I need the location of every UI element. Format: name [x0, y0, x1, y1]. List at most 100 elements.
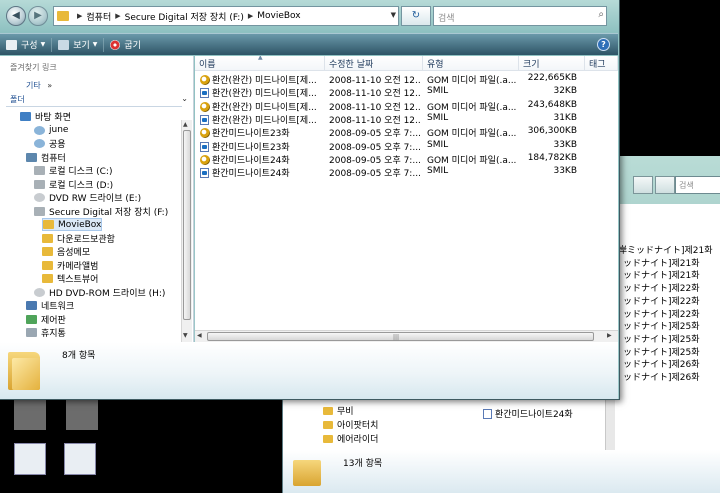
background-file-row[interactable]: 환간미드나이트24화	[483, 407, 573, 420]
cell-size: 33KB	[515, 166, 577, 176]
tree-item[interactable]: 바탕 화면	[20, 110, 71, 123]
search-input[interactable]: 검색 ⌕	[433, 6, 607, 26]
background-folder-item[interactable]: 아이팟터치	[323, 418, 378, 431]
background-file-row[interactable]: ッドナイト]제22화	[623, 307, 700, 320]
refresh-button[interactable]: ↻	[401, 6, 431, 26]
horizontal-scroll-thumb[interactable]: |||	[207, 332, 594, 341]
view-button[interactable]: 보기 ▼	[52, 34, 103, 55]
file-row[interactable]: 환간미드나이트23화 2008-09-05 오후 7:... SMIL 33KB	[195, 139, 618, 153]
folder-icon	[323, 421, 333, 429]
tree-item[interactable]: 휴지통	[26, 326, 66, 339]
tree-item[interactable]: 제어판	[26, 313, 66, 326]
favorites-more-link[interactable]: 기타 »	[26, 80, 52, 91]
desktop-file-icon-2[interactable]	[66, 398, 98, 430]
column-header-name[interactable]: 이름 ▲	[195, 56, 325, 70]
file-row[interactable]: 환간미드나이트24화 2008-09-05 오후 7:... GOM 미디어 파일(…	[195, 152, 618, 166]
background-file-row[interactable]: ッドナイト]제21화	[623, 268, 700, 281]
desktop-file-icon-3[interactable]	[14, 443, 46, 475]
scroll-right-arrow-icon[interactable]: ▶	[607, 332, 612, 339]
desktop-file-icon-4[interactable]	[64, 443, 96, 475]
breadcrumb-folder[interactable]: MovieBox	[257, 11, 300, 21]
back-button[interactable]: ◀	[6, 6, 26, 26]
smil-file-icon	[200, 114, 209, 125]
tree-item[interactable]: 로컬 디스크 (C:)	[34, 164, 112, 177]
horizontal-scrollbar[interactable]: ◀ ||| ▶	[195, 330, 618, 342]
folder-large-icon	[293, 460, 321, 486]
tree-item[interactable]: DVD RW 드라이브 (E:)	[34, 191, 141, 204]
help-icon[interactable]: ?	[597, 38, 610, 51]
tree-item-label: DVD RW 드라이브 (E:)	[49, 194, 142, 204]
file-row[interactable]: 환간(완간) 미드나이트[제... 2008-11-10 오전 12... GOM …	[195, 99, 618, 113]
tree-item[interactable]: 카메라앨범	[42, 259, 98, 272]
cell-date: 2008-11-10 오전 12...	[329, 86, 421, 99]
media-file-icon	[200, 101, 210, 112]
forward-button[interactable]: ▶	[28, 6, 48, 26]
smil-file-icon	[200, 141, 209, 152]
file-row[interactable]: 환간(완간) 미드나이트[제... 2008-11-10 오전 12... SMIL…	[195, 85, 618, 99]
smil-file-icon	[200, 168, 209, 179]
background-file-row[interactable]: ッドナイト]제25화	[623, 319, 700, 332]
address-bar[interactable]: ▶ 컴퓨터 ▶ Secure Digital 저장 장치 (F:) ▶ Movi…	[53, 6, 399, 26]
tree-item[interactable]: MovieBox	[42, 218, 103, 231]
background-file-row[interactable]: ッドナイト]제26화	[623, 357, 700, 370]
background-file-row[interactable]: ッドナイト]제21화	[623, 256, 700, 269]
folders-heading[interactable]: 폴더 ⌄	[10, 94, 192, 105]
cell-date: 2008-11-10 오전 12...	[329, 100, 421, 113]
tree-item-label: 텍스트뷰어	[57, 275, 99, 285]
tree-item[interactable]: 음성메모	[42, 245, 90, 258]
column-header-type[interactable]: 유형	[423, 56, 519, 70]
background-file-label: ッドナイト]제22화	[623, 284, 700, 295]
breadcrumb-arrow-icon[interactable]: ▶	[77, 12, 82, 20]
search-icon[interactable]: ⌕	[598, 9, 604, 20]
breadcrumb-drive[interactable]: Secure Digital 저장 장치 (F:)	[125, 10, 244, 23]
breadcrumb-arrow-icon[interactable]: ▶	[115, 12, 120, 20]
file-row[interactable]: 환간미드나이트23화 2008-09-05 오후 7:... GOM 미디어 파일(…	[195, 125, 618, 139]
background-folder-item[interactable]: 무비	[323, 404, 354, 417]
explorer-window: ◀ ▶ ▶ 컴퓨터 ▶ Secure Digital 저장 장치 (F:) ▶ …	[0, 0, 620, 400]
folder-icon	[43, 220, 54, 229]
tree-item[interactable]: 텍스트뷰어	[42, 272, 98, 285]
breadcrumb-arrow-icon[interactable]: ▶	[248, 12, 253, 20]
scroll-down-arrow-icon[interactable]: ▼	[183, 332, 188, 339]
background-file-row[interactable]: ッドナイト]제26화	[623, 370, 700, 383]
cell-size: 33KB	[515, 140, 577, 150]
cell-size: 32KB	[515, 86, 577, 96]
user-folder-icon	[34, 125, 45, 135]
navigation-scroll-thumb[interactable]	[183, 130, 191, 320]
cell-date: 2008-09-05 오후 7:...	[329, 140, 421, 153]
background-file-row[interactable]: ッドナイト]제25화	[623, 332, 700, 345]
file-row[interactable]: 환간미드나이트24화 2008-09-05 오후 7:... SMIL 33KB	[195, 165, 618, 179]
background-file-row[interactable]: ッドナイト]제22화	[623, 281, 700, 295]
background-file-row[interactable]: 湾岸ミッドナイト]제21화	[609, 243, 713, 256]
tree-item[interactable]: 로컬 디스크 (D:)	[34, 178, 113, 191]
background-nav-button[interactable]	[633, 176, 653, 194]
scroll-up-arrow-icon[interactable]: ▲	[183, 121, 188, 128]
column-header-date[interactable]: 수정한 날짜	[325, 56, 423, 70]
tree-item[interactable]: june	[34, 124, 68, 137]
burn-disc-icon	[110, 39, 121, 50]
file-row[interactable]: 환간(완간) 미드나이트[제... 2008-11-10 오전 12... GOM …	[195, 72, 618, 86]
file-row[interactable]: 환간(완간) 미드나이트[제... 2008-11-10 오전 12... SMIL…	[195, 112, 618, 126]
tree-item[interactable]: 네트워크	[26, 299, 74, 312]
background-folder-item[interactable]: 에어라이더	[323, 432, 378, 445]
scroll-left-arrow-icon[interactable]: ◀	[197, 332, 202, 339]
background-search-input[interactable]: 검색	[675, 176, 720, 194]
navigation-scrollbar[interactable]: ▲ ▼	[181, 120, 192, 342]
tree-item[interactable]: Secure Digital 저장 장치 (F:)	[34, 205, 168, 218]
organize-button[interactable]: 구성 ▼	[0, 34, 51, 55]
tree-item[interactable]: HD DVD-ROM 드라이브 (H:)	[34, 286, 165, 299]
column-header-size[interactable]: 크기	[519, 56, 585, 70]
breadcrumb-computer[interactable]: 컴퓨터	[86, 10, 111, 23]
chevron-down-icon[interactable]: ▼	[391, 11, 396, 19]
background-file-row[interactable]: ッドナイト]제25화	[623, 345, 700, 358]
background-file-row[interactable]: ッドナイト]제22화	[623, 294, 700, 307]
folder-icon	[42, 260, 53, 270]
tree-item[interactable]: 컴퓨터	[26, 151, 66, 164]
tree-item[interactable]: 다운로드보관함	[42, 232, 115, 245]
desktop-file-icon-1[interactable]	[14, 398, 46, 430]
tree-item[interactable]: 공용	[34, 137, 66, 150]
column-header-tags[interactable]: 태그	[585, 56, 618, 70]
burn-button[interactable]: 굽기	[104, 34, 147, 55]
cell-size: 306,300KB	[515, 126, 577, 136]
background-refresh-button[interactable]	[655, 176, 675, 194]
